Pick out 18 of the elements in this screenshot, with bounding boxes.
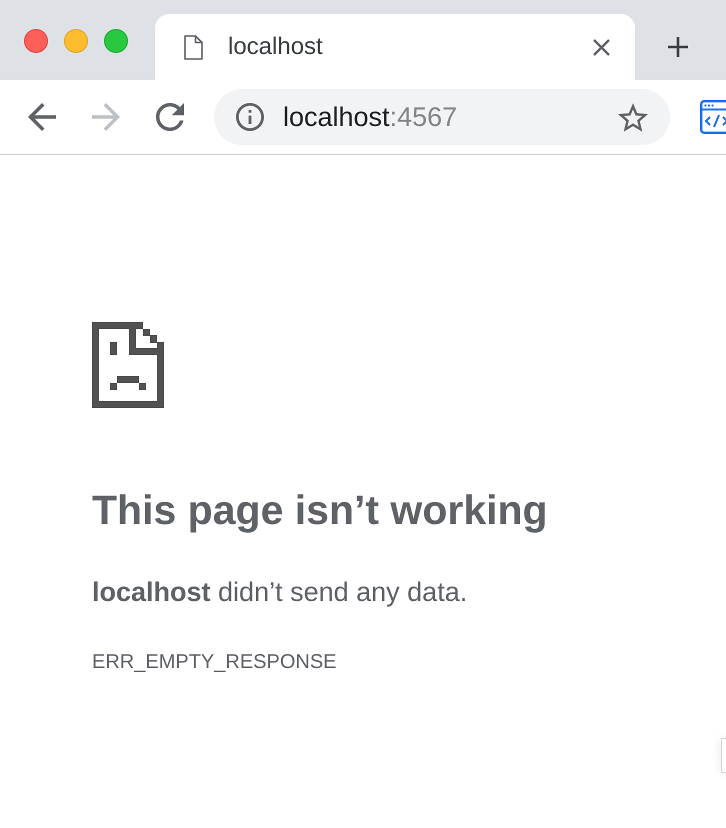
file-icon <box>184 34 203 60</box>
error-message: localhost didn’t send any data. <box>92 577 468 608</box>
url-text: localhost:4567 <box>283 104 458 130</box>
address-bar[interactable]: localhost:4567 <box>214 89 670 145</box>
reload-icon <box>156 103 184 131</box>
close-icon <box>592 38 610 56</box>
tab[interactable]: localhost <box>155 14 635 80</box>
left-arrow-icon <box>28 103 56 131</box>
error-heading: This page isn’t working <box>92 486 548 535</box>
right-arrow-icon <box>92 103 120 131</box>
close-window-button[interactable] <box>24 29 48 53</box>
floating-panel <box>721 738 726 773</box>
info-icon[interactable] <box>236 103 264 131</box>
error-code: ERR_EMPTY_RESPONSE <box>92 650 337 674</box>
sad-page-icon <box>92 322 164 408</box>
code-window-icon[interactable] <box>700 100 726 134</box>
star-icon[interactable] <box>618 102 648 132</box>
plus-icon <box>667 36 689 58</box>
